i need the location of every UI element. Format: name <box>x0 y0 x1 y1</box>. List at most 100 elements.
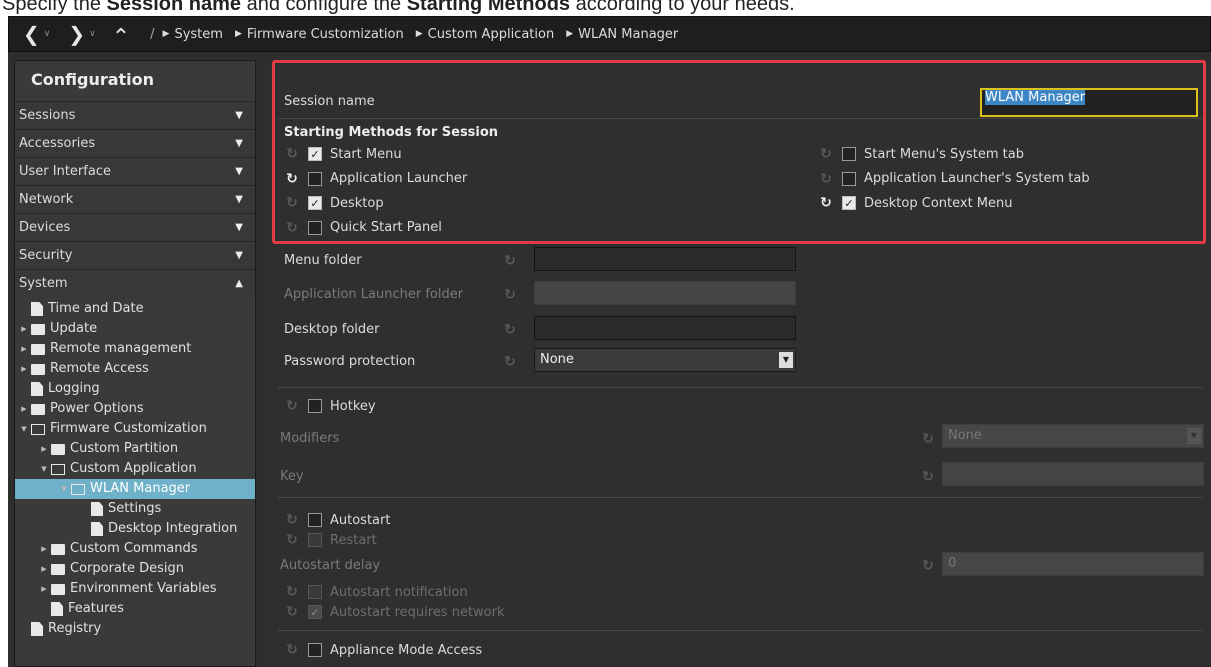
tree-item-custom-partition[interactable]: ▶ Custom Partition <box>15 439 255 459</box>
tree-item-wlan-manager[interactable]: ▼ WLAN Manager <box>15 479 255 499</box>
checkbox-icon[interactable] <box>842 171 856 186</box>
sidebar-category-accessories[interactable]: Accessories ▼ <box>15 129 255 157</box>
divider <box>278 118 1203 119</box>
reset-icon[interactable]: ↻ <box>284 642 300 658</box>
tree-item-update[interactable]: ▶ Update <box>15 319 255 339</box>
reset-icon[interactable]: ↻ <box>284 195 300 211</box>
tree-expander-icon[interactable]: ▼ <box>19 419 29 439</box>
folder-icon <box>31 363 45 375</box>
tree-item-firmware-customization[interactable]: ▼ Firmware Customization <box>15 419 255 439</box>
reset-icon[interactable]: ↻ <box>502 322 518 338</box>
up-button[interactable]: ⌃ <box>112 16 130 52</box>
reset-icon[interactable]: ↻ <box>502 253 518 269</box>
folder-icon <box>31 403 45 415</box>
method-desktop-checkbox[interactable]: ↻ ✓ Desktop <box>284 195 384 211</box>
sidebar-title: Configuration <box>31 70 155 89</box>
sidebar-category-sessions[interactable]: Sessions ▼ <box>15 101 255 129</box>
tree-expander-icon[interactable]: ▶ <box>19 339 29 359</box>
reset-icon[interactable]: ↻ <box>284 220 300 236</box>
sidebar-category-devices[interactable]: Devices ▼ <box>15 213 255 241</box>
desktop-folder-input[interactable] <box>534 316 796 340</box>
password-protection-select[interactable]: None ▼ <box>534 348 796 372</box>
checkbox-icon[interactable] <box>308 220 322 235</box>
menu-folder-input[interactable] <box>534 247 796 271</box>
divider <box>278 497 1203 498</box>
method-start-menu-s-system-tab-checkbox[interactable]: ↻ Start Menu's System tab <box>818 146 1024 162</box>
checkmark-icon: ✓ <box>308 605 322 619</box>
sidebar-category-security[interactable]: Security ▼ <box>15 241 255 269</box>
tree-item-features[interactable]: Features <box>15 599 255 619</box>
method-application-launcher-checkbox[interactable]: ↻ Application Launcher <box>284 171 467 187</box>
key-input <box>942 462 1204 486</box>
tree-item-corporate-design[interactable]: ▶ Corporate Design <box>15 559 255 579</box>
tree-item-remote-management[interactable]: ▶ Remote management <box>15 339 255 359</box>
breadcrumb-custom-application[interactable]: ▶ Custom Application <box>416 27 555 42</box>
tree-item-logging[interactable]: Logging <box>15 379 255 399</box>
checkmark-icon[interactable]: ✓ <box>842 196 856 210</box>
tree-item-power-options[interactable]: ▶ Power Options <box>15 399 255 419</box>
hotkey-checkbox[interactable]: ↻ Hotkey <box>284 398 375 414</box>
back-dropdown-icon[interactable]: ∨ <box>44 29 51 39</box>
tree-expander-icon[interactable]: ▶ <box>39 579 49 599</box>
reset-icon[interactable]: ↻ <box>284 398 300 414</box>
method-start-menu-checkbox[interactable]: ↻ ✓ Start Menu <box>284 146 401 162</box>
reset-icon[interactable]: ↻ <box>818 146 834 162</box>
tree-item-registry[interactable]: Registry <box>15 619 255 639</box>
tree-item-custom-application[interactable]: ▼ Custom Application <box>15 459 255 479</box>
checkbox-icon[interactable] <box>308 171 322 186</box>
breadcrumb-system[interactable]: ▶ System <box>163 27 223 42</box>
checkbox-icon[interactable] <box>842 147 856 161</box>
appliance-mode-access-checkbox[interactable]: ↻ Appliance Mode Access <box>284 642 482 658</box>
folder-open-icon <box>51 463 65 475</box>
document-icon <box>31 302 43 316</box>
checkmark-icon[interactable]: ✓ <box>308 147 322 161</box>
method-application-launcher-s-system-tab-checkbox[interactable]: ↻ Application Launcher's System tab <box>818 171 1089 187</box>
breadcrumb-arrow-icon: ▶ <box>566 29 574 39</box>
tree-item-environment-variables[interactable]: ▶ Environment Variables <box>15 579 255 599</box>
reset-icon[interactable]: ↻ <box>818 195 834 211</box>
tree-item-desktop-integration[interactable]: Desktop Integration <box>15 519 255 539</box>
forward-dropdown-icon[interactable]: ∨ <box>89 29 96 39</box>
reset-icon[interactable]: ↻ <box>818 171 834 187</box>
sidebar-category-system[interactable]: System ▲ <box>15 269 255 297</box>
tree-expander-icon[interactable]: ▼ <box>59 479 69 499</box>
tree-expander-icon[interactable]: ▶ <box>39 539 49 559</box>
desktop-folder-label: Desktop folder <box>284 322 380 337</box>
tree-expander-icon[interactable]: ▶ <box>19 319 29 339</box>
tree-item-time-and-date[interactable]: Time and Date <box>15 299 255 319</box>
checkbox-icon[interactable] <box>308 399 322 413</box>
tree-item-custom-commands[interactable]: ▶ Custom Commands <box>15 539 255 559</box>
password-protection-label: Password protection <box>284 354 416 369</box>
autostart-checkbox[interactable]: ↻ Autostart <box>284 512 390 528</box>
tree-expander-icon[interactable]: ▶ <box>19 359 29 379</box>
checkbox-icon[interactable] <box>308 643 322 657</box>
tree-item-remote-access[interactable]: ▶ Remote Access <box>15 359 255 379</box>
reset-icon[interactable]: ↻ <box>502 354 518 370</box>
session-name-input[interactable]: WLAN Manager <box>980 88 1198 117</box>
breadcrumb-firmware-customization[interactable]: ▶ Firmware Customization <box>235 27 404 42</box>
tree-expander-icon[interactable]: ▶ <box>19 399 29 419</box>
tree-item-settings[interactable]: Settings <box>15 499 255 519</box>
application-launcher-folder-input <box>534 281 796 305</box>
reset-icon[interactable]: ↻ <box>284 512 300 528</box>
breadcrumb-root[interactable]: / <box>150 27 154 42</box>
method-desktop-context-menu-checkbox[interactable]: ↻ ✓ Desktop Context Menu <box>818 195 1012 211</box>
checkbox-icon <box>308 585 322 599</box>
breadcrumb-wlan-manager[interactable]: ▶ WLAN Manager <box>566 27 678 42</box>
method-quick-start-panel-checkbox[interactable]: ↻ Quick Start Panel <box>284 220 442 236</box>
sidebar-category-user-interface[interactable]: User Interface ▼ <box>15 157 255 185</box>
back-button[interactable]: ❮ ∨ <box>23 16 50 52</box>
tree-expander-icon[interactable]: ▼ <box>39 459 49 479</box>
up-arrow-icon: ⌃ <box>111 24 131 50</box>
checkmark-icon[interactable]: ✓ <box>308 196 322 210</box>
reset-icon[interactable]: ↻ <box>284 171 300 187</box>
forward-button[interactable]: ❯ ∨ <box>68 16 95 52</box>
sidebar-category-network[interactable]: Network ▼ <box>15 185 255 213</box>
autostart-requires-network-checkbox: ↻ ✓ Autostart requires network <box>284 604 504 620</box>
tree-expander-icon[interactable]: ▶ <box>39 559 49 579</box>
tree-expander-icon[interactable]: ▶ <box>39 439 49 459</box>
autostart-delay-label: Autostart delay <box>280 558 381 573</box>
checkbox-icon[interactable] <box>308 513 322 527</box>
expand-arrow-icon: ▼ <box>235 110 243 121</box>
reset-icon[interactable]: ↻ <box>284 146 300 162</box>
